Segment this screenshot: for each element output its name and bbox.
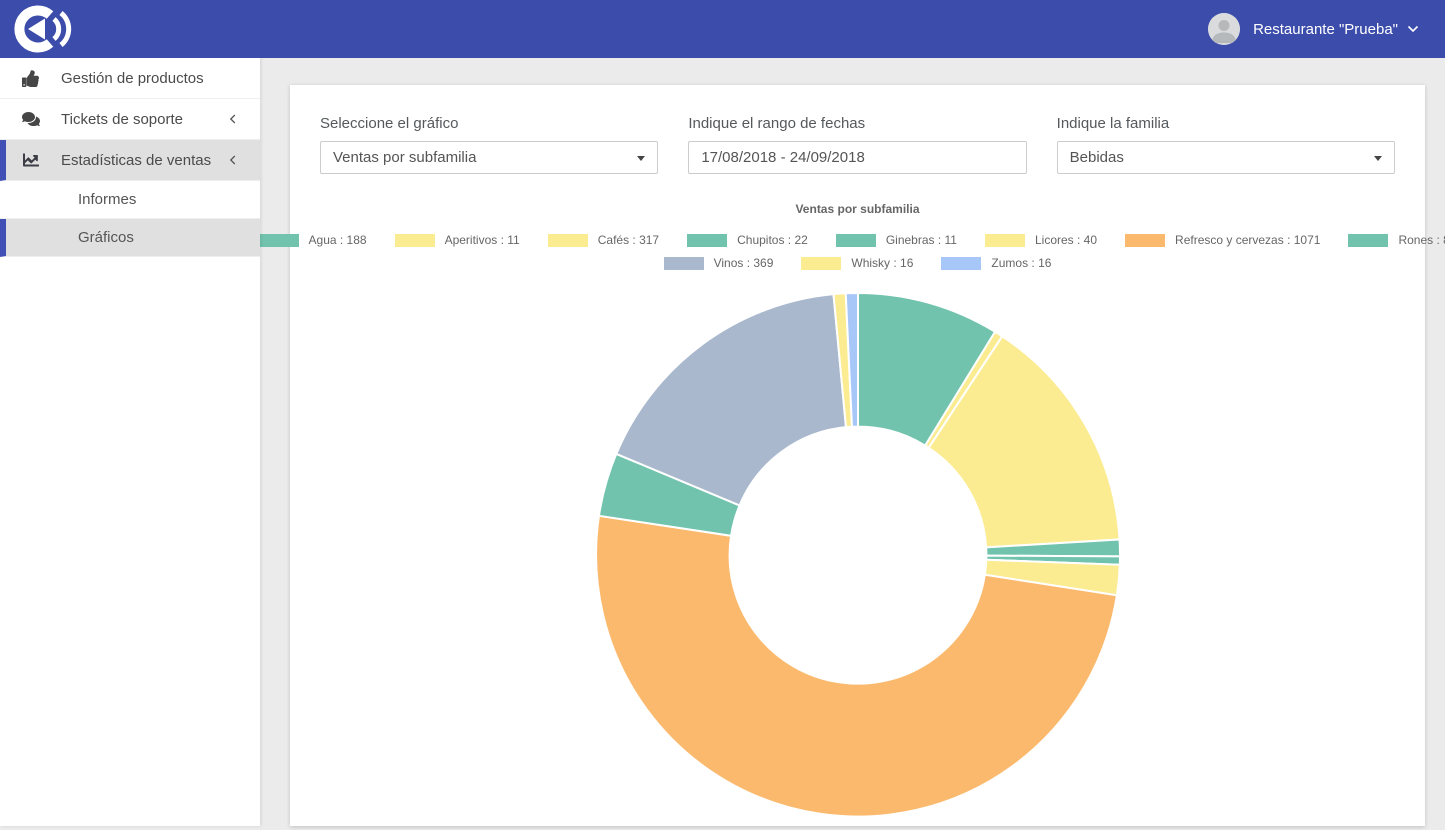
legend-row: Vinos : 369 Whisky : 16 Zumos : 16 <box>650 256 1066 270</box>
legend-item[interactable]: Chupitos : 22 <box>687 233 808 247</box>
legend-item[interactable]: Licores : 40 <box>985 233 1097 247</box>
legend-item[interactable]: Whisky : 16 <box>801 256 913 270</box>
chart-line-icon <box>22 151 41 170</box>
family-select-label: Indique la familia <box>1057 115 1395 132</box>
family-select-field: Indique la familia Bebidas <box>1057 115 1395 174</box>
comments-icon <box>22 110 41 129</box>
sidebar-subitem-graficos[interactable]: Gráficos <box>0 219 260 257</box>
chart-select-value: Ventas por subfamilia <box>333 149 476 166</box>
legend-item[interactable]: Zumos : 16 <box>941 256 1051 270</box>
legend-item[interactable]: Vinos : 369 <box>664 256 774 270</box>
legend-item[interactable]: Agua : 188 <box>259 233 367 247</box>
legend-item[interactable]: Cafés : 317 <box>548 233 659 247</box>
legend-swatch <box>259 234 299 247</box>
sidebar-item-label: Gestión de productos <box>61 70 204 87</box>
legend-label: Licores : 40 <box>1035 233 1097 247</box>
filters-row: Seleccione el gráfico Ventas por subfami… <box>290 85 1425 174</box>
sidebar-subitem-informes[interactable]: Informes <box>0 181 260 219</box>
legend-swatch <box>1125 234 1165 247</box>
legend-swatch <box>836 234 876 247</box>
legend-swatch <box>395 234 435 247</box>
donut-chart-area <box>588 285 1128 825</box>
chart-select[interactable]: Ventas por subfamilia <box>320 141 658 174</box>
legend-label: Chupitos : 22 <box>737 233 808 247</box>
user-menu[interactable]: Restaurante "Prueba" <box>1208 13 1419 45</box>
chevron-down-icon <box>1407 25 1419 33</box>
legend-swatch <box>801 257 841 270</box>
family-select[interactable]: Bebidas <box>1057 141 1395 174</box>
donut-chart <box>588 285 1128 825</box>
sidebar-item-gestion-de-productos[interactable]: Gestión de productos <box>0 58 260 99</box>
speaker-c-logo-icon <box>10 4 74 54</box>
legend-label: Agua : 188 <box>309 233 367 247</box>
chevron-left-icon <box>228 155 238 165</box>
legend-label: Ginebras : 11 <box>886 233 957 247</box>
legend-swatch <box>941 257 981 270</box>
date-range-field: Indique el rango de fechas <box>688 115 1026 174</box>
sidebar-item-estadisticas-de-ventas[interactable]: Estadísticas de ventas <box>0 140 260 181</box>
chart-select-label: Seleccione el gráfico <box>320 115 658 132</box>
legend-swatch <box>985 234 1025 247</box>
legend-swatch <box>548 234 588 247</box>
avatar <box>1208 13 1240 45</box>
sidebar: Gestión de productos Tickets de soporte … <box>0 58 260 826</box>
legend-item[interactable]: Rones : 84 <box>1348 233 1445 247</box>
sidebar-item-label: Tickets de soporte <box>61 111 183 128</box>
select-arrow-icon <box>637 156 645 161</box>
legend-item[interactable]: Aperitivos : 11 <box>395 233 520 247</box>
legend-row: Agua : 188 Aperitivos : 11 Cafés : 317 Chup… <box>245 233 1445 247</box>
chart-legend: Agua : 188 Aperitivos : 11 Cafés : 317 Chup… <box>290 233 1425 270</box>
legend-item[interactable]: Refresco y cervezas : 1071 <box>1125 233 1320 247</box>
user-name: Restaurante "Prueba" <box>1253 21 1398 38</box>
chevron-left-icon <box>228 114 238 124</box>
legend-label: Rones : 84 <box>1398 233 1445 247</box>
legend-swatch <box>1348 234 1388 247</box>
date-range-input[interactable] <box>688 141 1026 174</box>
family-select-value: Bebidas <box>1070 149 1124 166</box>
thumbs-up-icon <box>22 69 41 88</box>
app-logo[interactable] <box>10 4 74 54</box>
legend-label: Cafés : 317 <box>598 233 659 247</box>
chart-title: Ventas por subfamilia <box>290 202 1425 216</box>
legend-label: Aperitivos : 11 <box>445 233 520 247</box>
legend-swatch <box>664 257 704 270</box>
legend-label: Zumos : 16 <box>991 256 1051 270</box>
legend-label: Vinos : 369 <box>714 256 774 270</box>
select-arrow-icon <box>1374 156 1382 161</box>
content-card: Seleccione el gráfico Ventas por subfami… <box>290 85 1425 826</box>
legend-item[interactable]: Ginebras : 11 <box>836 233 957 247</box>
sidebar-subitem-label: Informes <box>78 191 136 208</box>
legend-label: Refresco y cervezas : 1071 <box>1175 233 1320 247</box>
legend-label: Whisky : 16 <box>851 256 913 270</box>
date-range-label: Indique el rango de fechas <box>688 115 1026 132</box>
chart-select-field: Seleccione el gráfico Ventas por subfami… <box>320 115 658 174</box>
app-header: Restaurante "Prueba" <box>0 0 1445 58</box>
legend-swatch <box>687 234 727 247</box>
sidebar-item-label: Estadísticas de ventas <box>61 152 211 169</box>
sidebar-subitem-label: Gráficos <box>78 229 134 246</box>
sidebar-item-tickets-de-soporte[interactable]: Tickets de soporte <box>0 99 260 140</box>
